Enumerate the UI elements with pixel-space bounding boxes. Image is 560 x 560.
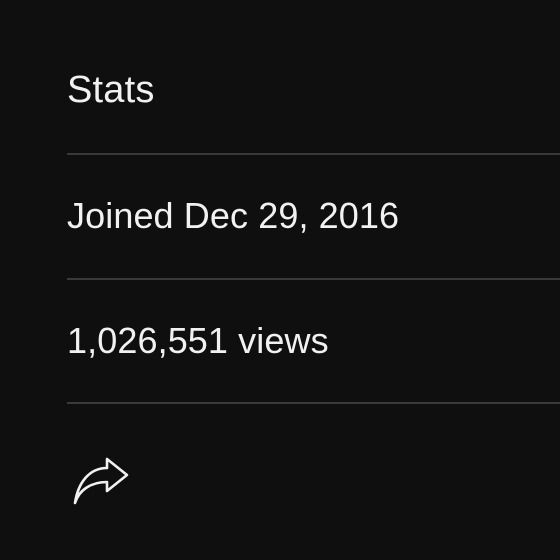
share-button[interactable] bbox=[67, 450, 133, 516]
stats-panel: Stats Joined Dec 29, 2016 1,026,551 view… bbox=[67, 0, 560, 560]
share-icon bbox=[67, 450, 133, 516]
divider bbox=[67, 402, 560, 404]
joined-date: Joined Dec 29, 2016 bbox=[67, 195, 400, 236]
divider bbox=[67, 278, 560, 280]
stats-title: Stats bbox=[67, 69, 155, 111]
divider bbox=[67, 153, 560, 155]
view-count: 1,026,551 views bbox=[67, 320, 329, 361]
